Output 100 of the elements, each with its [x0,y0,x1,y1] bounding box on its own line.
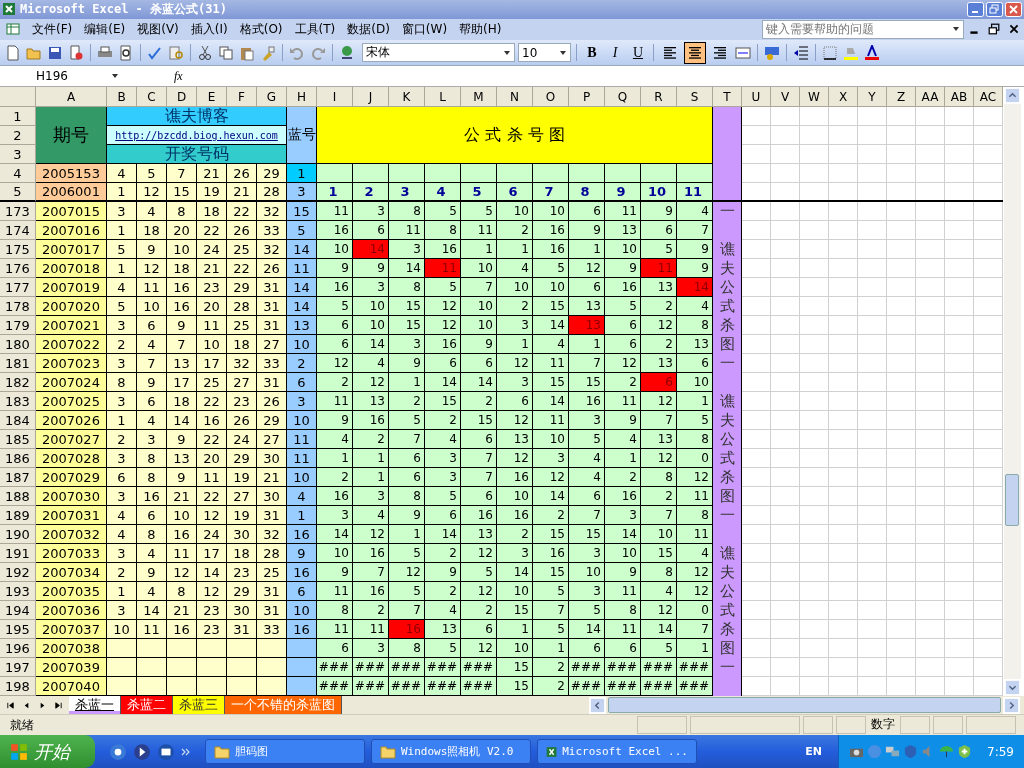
menu-item[interactable]: 编辑(E) [78,19,132,40]
menu-item[interactable]: 数据(D) [341,19,396,40]
menu-item[interactable]: 工具(T) [288,19,342,40]
name-box[interactable]: H196 [0,67,122,85]
umbrella-icon[interactable] [939,744,955,759]
row-header[interactable]: 178 [0,297,36,317]
column-header[interactable]: N [497,87,533,108]
column-header[interactable]: Q [605,87,641,108]
row-header[interactable]: 189 [0,506,36,526]
column-header[interactable]: F [227,87,257,108]
row-header[interactable]: 193 [0,582,36,602]
font-color-icon[interactable] [863,44,881,61]
save-icon[interactable] [46,44,64,61]
row-header[interactable]: 2 [0,126,36,146]
column-header[interactable]: M [461,87,497,108]
column-header[interactable]: S [677,87,713,108]
currency-icon[interactable] [763,44,781,61]
column-header[interactable]: U [742,87,771,108]
bold-button[interactable]: B [582,42,602,63]
row-header[interactable]: 196 [0,639,36,659]
scroll-left-icon[interactable] [589,696,606,714]
sheet-tab[interactable]: 杀蓝一 [69,696,121,715]
menu-item[interactable]: 帮助(H) [453,19,508,40]
borders-icon[interactable] [821,44,839,61]
scroll-up-icon[interactable] [1004,87,1021,105]
new-document-icon[interactable] [4,44,22,61]
previous-sheet-icon[interactable] [22,700,31,710]
permission-icon[interactable] [67,44,85,61]
decrease-indent-icon[interactable] [792,44,810,61]
column-header[interactable]: W [800,87,829,108]
column-header[interactable]: K [389,87,425,108]
row-header[interactable]: 188 [0,487,36,507]
menu-item[interactable]: 格式(O) [233,19,289,40]
column-header[interactable]: AC [974,87,1003,108]
scroll-down-icon[interactable] [1004,679,1021,697]
caret-icon[interactable] [559,48,567,57]
italic-button[interactable]: I [605,42,625,63]
sheet-tab[interactable]: 杀蓝三 [173,696,225,715]
align-center-button[interactable] [684,41,706,64]
column-header[interactable]: AB [945,87,974,108]
row-header[interactable]: 186 [0,449,36,469]
column-header[interactable]: Y [858,87,887,108]
column-header[interactable]: R [641,87,677,108]
scroll-thumb[interactable] [1005,474,1019,527]
row-header[interactable]: 192 [0,563,36,583]
close-icon[interactable] [1008,23,1020,36]
restore-icon[interactable] [988,23,1000,36]
media-player-icon[interactable] [133,742,151,761]
language-indicator[interactable]: EN [805,745,833,758]
browser-icon[interactable] [109,742,127,761]
row-header[interactable]: 185 [0,430,36,450]
row-header[interactable]: 183 [0,392,36,412]
font-size-field[interactable]: 10 [518,43,571,62]
row-header[interactable]: 194 [0,601,36,621]
column-header[interactable]: B [107,87,137,108]
row-header[interactable]: 173 [0,202,36,222]
column-header[interactable]: A [36,87,107,108]
vertical-scrollbar[interactable] [1004,87,1021,697]
chevron-icon[interactable] [181,747,191,756]
spreadsheet-icon[interactable] [6,22,20,37]
merge-center-icon[interactable] [734,44,752,61]
column-header[interactable]: AA [916,87,945,108]
row-header[interactable]: 3 [0,145,36,165]
row-header[interactable]: 177 [0,278,36,298]
row-header[interactable]: 184 [0,411,36,431]
copy-icon[interactable] [217,44,235,61]
blog-link[interactable]: http://bzcdd.biog.hexun.com [115,129,278,141]
row-header[interactable]: 5 [0,183,36,203]
show-desktop-icon[interactable] [157,742,175,761]
taskbar-button[interactable]: Microsoft Excel ... [537,739,697,764]
function-button[interactable]: fx [122,68,194,84]
column-header[interactable]: J [353,87,389,108]
row-header[interactable]: 175 [0,240,36,260]
row-header[interactable]: 4 [0,164,36,184]
help-search-field[interactable]: 键入需要帮助的问题 [762,19,964,39]
shield-icon[interactable] [957,744,973,759]
column-header[interactable]: D [167,87,197,108]
network-icon[interactable] [885,744,901,759]
menu-item[interactable]: 窗口(W) [395,19,454,40]
row-header[interactable]: 198 [0,677,36,697]
scroll-right-icon[interactable] [1003,696,1020,714]
row-header[interactable]: 195 [0,620,36,640]
row-header[interactable]: 187 [0,468,36,488]
font-field[interactable]: 宋体 [362,43,515,62]
column-header[interactable]: O [533,87,569,108]
column-header[interactable]: X [829,87,858,108]
column-header[interactable]: E [197,87,227,108]
row-header[interactable]: 191 [0,544,36,564]
taskbar-button[interactable]: 胆码图 [205,739,365,764]
menu-item[interactable]: 文件(F) [26,19,79,40]
taskbar-button[interactable]: Windows照相机 V2.0 [371,739,531,764]
column-header[interactable]: I [317,87,353,108]
empty-cells[interactable] [742,107,1003,697]
column-header[interactable]: H [287,87,317,108]
sheet-tab[interactable]: 杀蓝二 [121,696,173,715]
menu-item[interactable]: 插入(I) [184,19,234,40]
caret-icon[interactable] [503,48,511,57]
column-header[interactable]: V [771,87,800,108]
row-header[interactable]: 179 [0,316,36,336]
column-header[interactable]: T [713,87,742,108]
